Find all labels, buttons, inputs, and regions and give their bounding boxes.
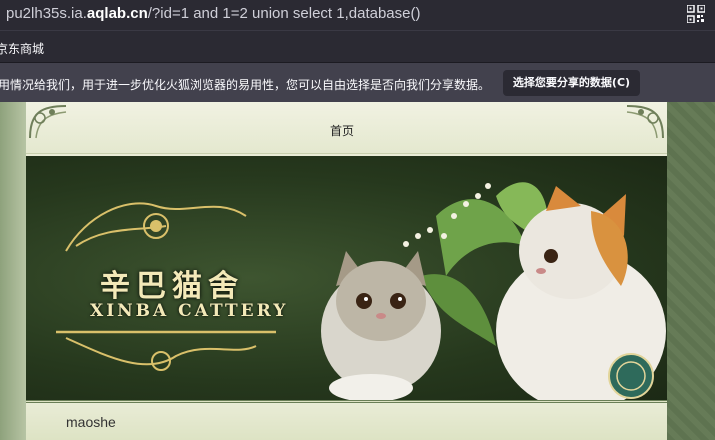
qr-code-icon[interactable] <box>687 5 705 23</box>
url-bar[interactable]: pu2lh35s.ia.aqlab.cn/?id=1 and 1=2 union… <box>0 0 715 30</box>
cfa-badge-icon <box>608 353 654 399</box>
exotic-kitten-left-image <box>321 251 441 400</box>
notification-message: 用情况给我们，用于进一步优化火狐浏览器的易用性，您可以自由选择是否向我们分享数据… <box>0 78 491 92</box>
content-frame: 首页 辛巴猫舍 XINBA CATTERY maoshe <box>26 102 667 440</box>
corner-ornament-left-icon <box>29 105 67 139</box>
choose-data-share-button[interactable]: 选择您要分享的数据(C) <box>503 70 640 96</box>
bookmarks-bar: 京东商城 <box>0 30 715 62</box>
banner-title-english: XINBA CATTERY <box>90 301 289 321</box>
url-domain: aqlab.cn <box>86 5 148 22</box>
corner-ornament-right-icon <box>626 105 664 139</box>
right-border <box>667 102 715 440</box>
url-subdomain: pu2lh35s.ia. <box>6 5 87 22</box>
url-path: /?id=1 and 1=2 union select 1,database() <box>147 5 421 22</box>
web-page: 首页 辛巴猫舍 XINBA CATTERY maoshe <box>0 102 715 440</box>
nav-home-link[interactable]: 首页 <box>330 122 354 139</box>
footer-text: maoshe <box>66 414 116 430</box>
site-nav: 首页 <box>26 102 667 154</box>
cattery-banner: 辛巴猫舍 XINBA CATTERY <box>26 156 667 400</box>
url-text[interactable]: pu2lh35s.ia.aqlab.cn/?id=1 and 1=2 union… <box>6 5 420 22</box>
left-border <box>0 102 26 440</box>
bookmark-jd-mall[interactable]: 京东商城 <box>0 40 44 57</box>
footer-strip: maoshe <box>26 400 667 440</box>
data-sharing-notification: 用情况给我们，用于进一步优化火狐浏览器的易用性，您可以自由选择是否向我们分享数据… <box>0 62 715 102</box>
banner-title-chinese: 辛巴猫舍 <box>100 269 244 304</box>
